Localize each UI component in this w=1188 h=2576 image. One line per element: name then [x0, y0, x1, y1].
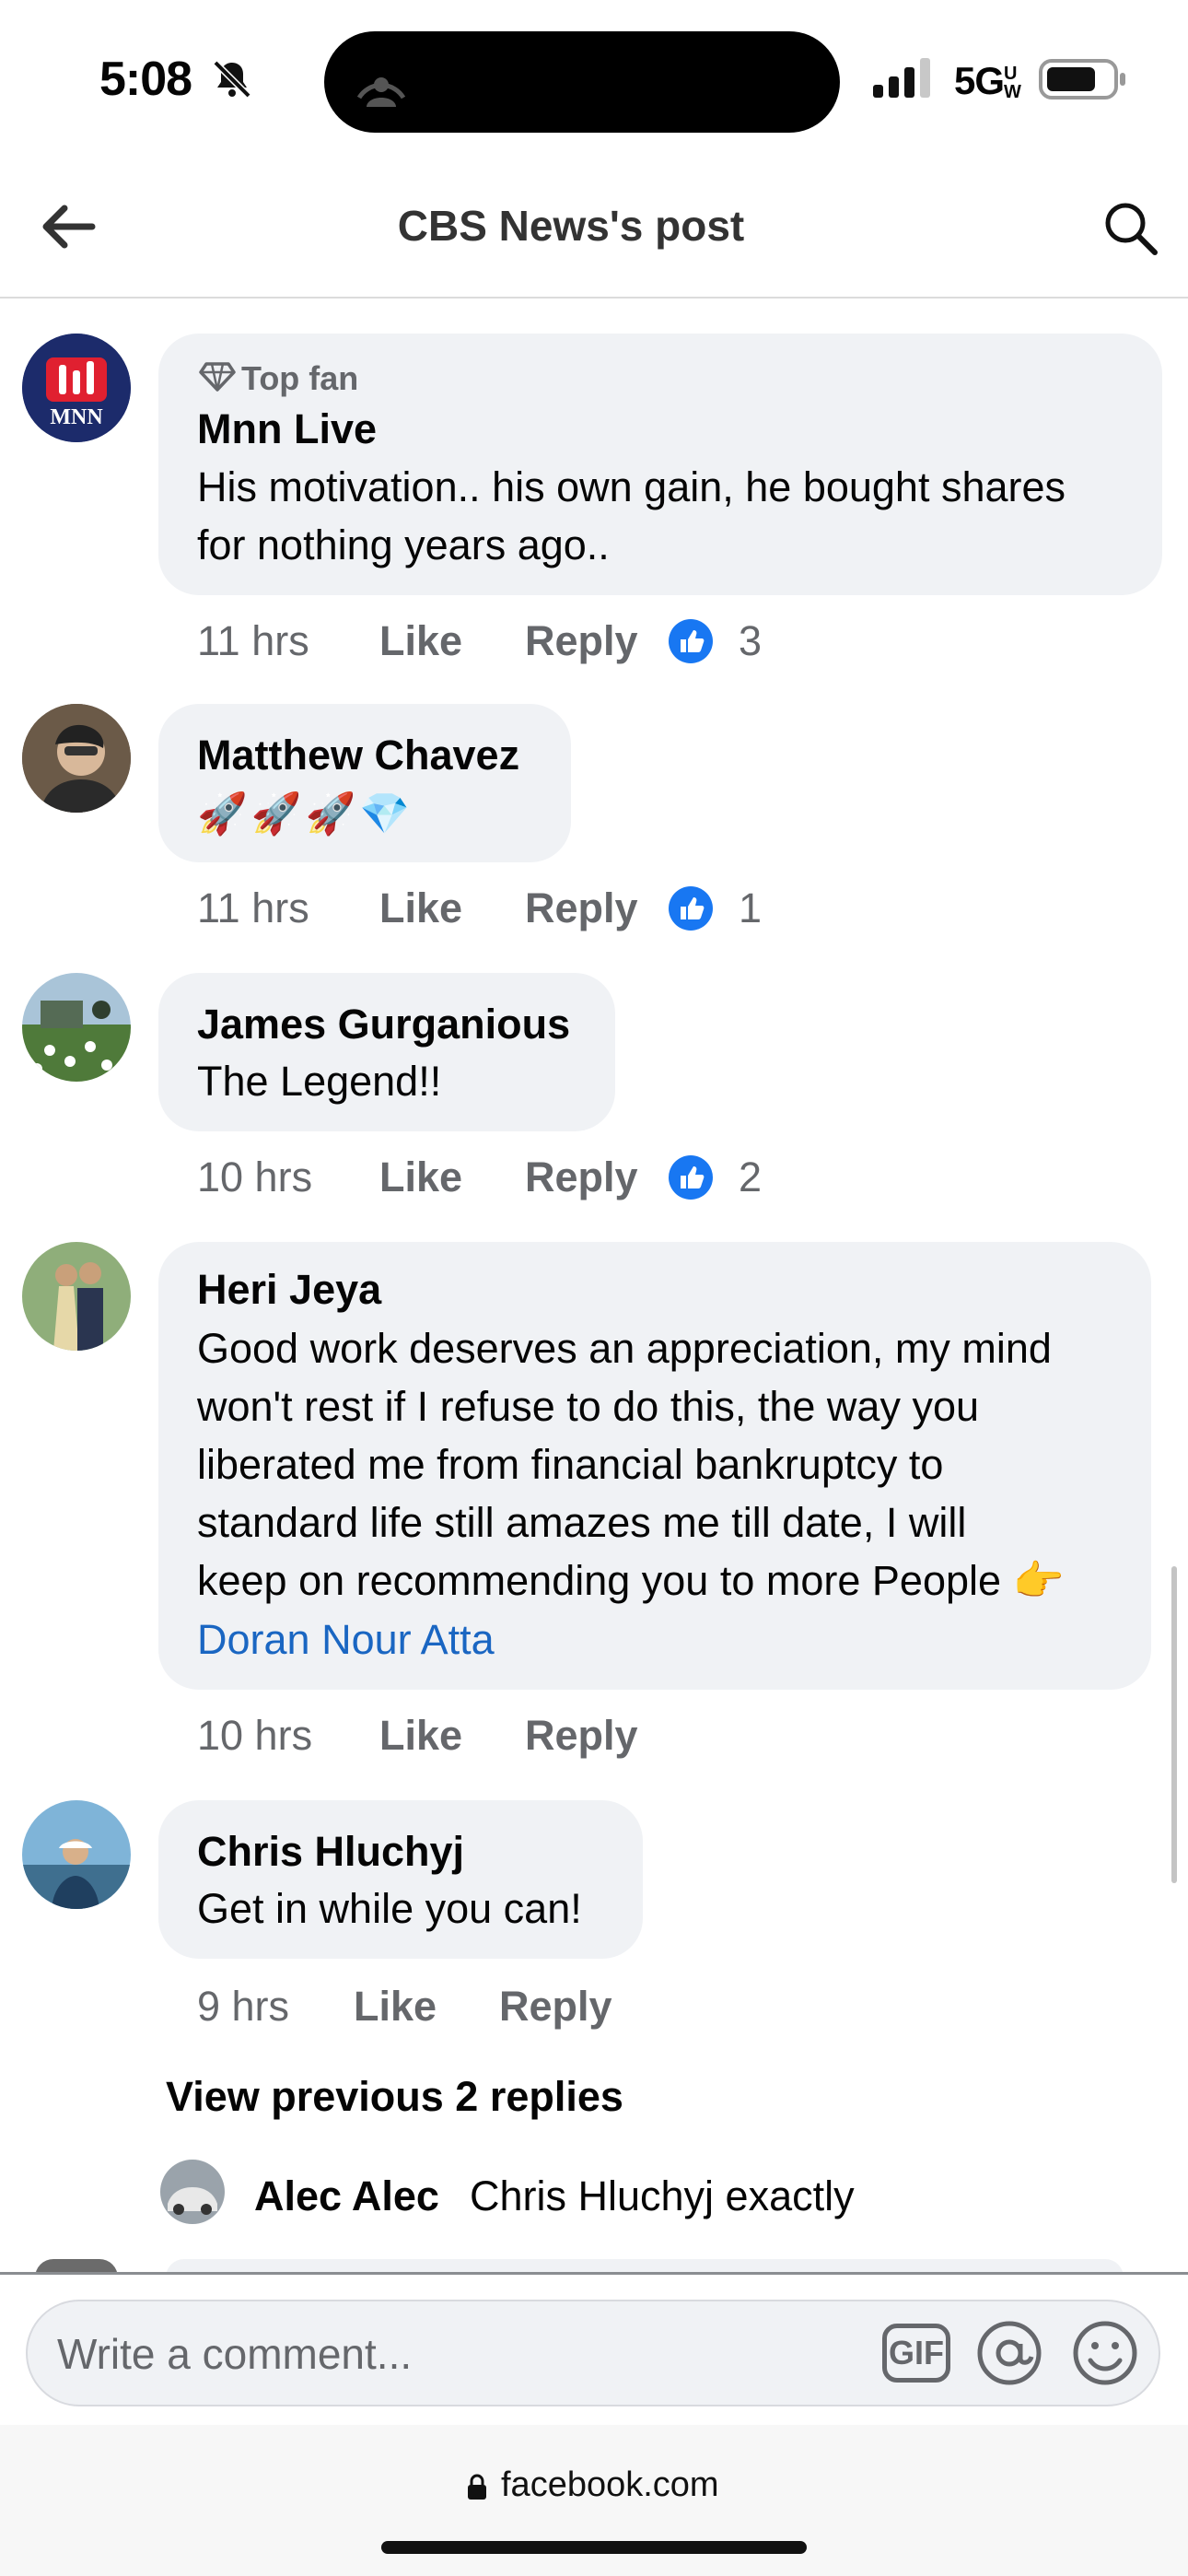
like-button[interactable]: Like — [379, 1153, 462, 1201]
search-icon[interactable] — [1101, 199, 1159, 256]
comment-text-line: standard life still amazes me till date,… — [197, 1499, 967, 1546]
rocket-emoji: 🚀 — [197, 791, 251, 837]
user-photo — [22, 973, 131, 1082]
reply-button[interactable]: Reply — [499, 1983, 612, 2031]
comment-emoji-line: 🚀🚀🚀💎 — [197, 785, 413, 843]
network-subtype: UW — [1004, 64, 1021, 102]
mnn-logo: MNN — [22, 334, 131, 442]
user-photo — [22, 1800, 131, 1909]
comment-time: 9 hrs — [197, 1983, 290, 2030]
comment-time: 10 hrs — [197, 1153, 313, 1200]
reply-avatar[interactable] — [160, 2160, 225, 2224]
rocket-emoji: 🚀 — [305, 791, 360, 837]
cellular-signal-icon — [873, 58, 930, 98]
comment-placeholder: Write a comment... — [57, 2330, 413, 2378]
comment-text-line: keep on recommending you to more People … — [197, 1557, 1065, 1604]
avatar-logo-text: MNN — [50, 405, 103, 429]
gem-emoji: 💎 — [359, 791, 414, 837]
network-type: 5GUW — [954, 59, 1022, 103]
user-photo — [22, 1242, 131, 1351]
reply-button[interactable]: Reply — [525, 617, 638, 665]
home-indicator[interactable] — [381, 2541, 807, 2554]
user-photo — [22, 704, 131, 813]
avatar[interactable] — [22, 973, 131, 1082]
page-title: CBS News's post — [397, 202, 745, 250]
rocket-emoji: 🚀 — [250, 791, 306, 837]
comment-author[interactable]: Matthew Chavez — [197, 732, 519, 779]
comment-text-line: won't rest if I refuse to do this, the w… — [197, 1383, 980, 1430]
comment-author[interactable]: James Gurganious — [197, 1001, 570, 1048]
silent-bell-icon — [213, 60, 251, 99]
avatar[interactable] — [22, 1242, 131, 1351]
battery-icon — [1039, 59, 1125, 100]
like-button[interactable]: Like — [379, 617, 462, 665]
comment-text-line: for nothing years ago.. — [197, 521, 610, 568]
comment-text-line: Good work deserves an appreciation, my m… — [197, 1325, 1052, 1372]
view-previous-replies-link[interactable]: View previous 2 replies — [166, 2073, 623, 2121]
thumbs-up-reaction-icon[interactable] — [669, 619, 713, 663]
comment-time: 11 hrs — [197, 884, 309, 931]
comment-author[interactable]: Heri Jeya — [197, 1266, 381, 1314]
gif-button[interactable]: GIF — [882, 2324, 950, 2383]
reaction-count[interactable]: 1 — [739, 884, 762, 932]
mention-at-icon[interactable] — [974, 2316, 1044, 2390]
reply-button[interactable]: Reply — [525, 884, 638, 932]
scrollbar[interactable] — [1171, 1566, 1177, 1883]
avatar[interactable] — [22, 704, 131, 813]
top-fan-diamond-icon — [199, 362, 236, 392]
avatar[interactable] — [22, 1800, 131, 1909]
comment-text-line: liberated me from financial bankruptcy t… — [197, 1441, 944, 1488]
reaction-count[interactable]: 2 — [739, 1153, 762, 1201]
comment-author[interactable]: Chris Hluchyj — [197, 1828, 464, 1876]
comment-time: 11 hrs — [197, 617, 309, 664]
like-button[interactable]: Like — [354, 1983, 437, 2031]
reaction-count[interactable]: 3 — [739, 617, 762, 665]
comment-time: 10 hrs — [197, 1712, 313, 1759]
user-photo — [160, 2160, 225, 2224]
reply-button[interactable]: Reply — [525, 1153, 638, 1201]
broadcast-icon — [356, 77, 406, 107]
like-button[interactable]: Like — [379, 1712, 462, 1760]
comment-author[interactable]: Mnn Live — [197, 405, 377, 453]
top-fan-badge: Top fan — [241, 359, 359, 397]
thumbs-up-reaction-icon[interactable] — [669, 1155, 713, 1200]
emoji-smile-icon[interactable] — [1070, 2316, 1140, 2390]
like-button[interactable]: Like — [379, 884, 462, 932]
comment-text-line: Get in while you can! — [197, 1885, 582, 1932]
comment-text-line: The Legend!! — [197, 1058, 442, 1105]
mention-link[interactable]: Doran Nour Atta — [197, 1610, 495, 1669]
reply-text: Chris Hluchyj exactly — [470, 2172, 855, 2219]
reply-button[interactable]: Reply — [525, 1712, 638, 1760]
reply-author[interactable]: Alec Alec — [254, 2172, 439, 2220]
header-divider — [0, 297, 1188, 299]
url-text[interactable]: facebook.com — [501, 2465, 719, 2505]
comment-text-line: His motivation.. his own gain, he bought… — [197, 463, 1066, 510]
status-time: 5:08 — [99, 53, 192, 106]
avatar[interactable]: MNN — [22, 334, 131, 442]
thumbs-up-reaction-icon[interactable] — [669, 886, 713, 931]
lock-icon — [468, 2474, 486, 2500]
